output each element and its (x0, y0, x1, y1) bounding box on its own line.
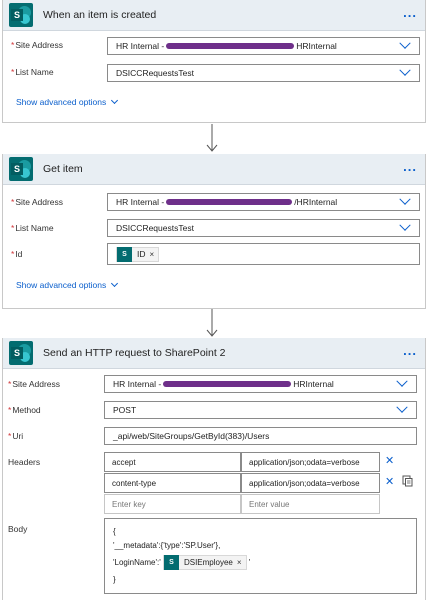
header-value-input[interactable]: application/json;odata=verbose (241, 473, 380, 493)
dsiemployee-token[interactable]: S DSIEmployee × (162, 553, 247, 573)
method-dropdown[interactable]: POST (104, 401, 417, 419)
body-editor[interactable]: { '__metadata':{'type':'SP.User'}, 'Logi… (104, 518, 417, 594)
show-advanced-options-link[interactable]: Show advanced options (16, 96, 119, 107)
card-title: Send an HTTP request to SharePoint 2 (43, 347, 226, 359)
list-name-label: *List Name (11, 223, 54, 233)
redacted-url (166, 43, 295, 49)
card-title: Get item (43, 163, 83, 175)
uri-input[interactable]: _api/web/SiteGroups/GetById(383)/Users (104, 427, 417, 445)
body-line: 'LoginName':' S DSIEmployee × ' (113, 553, 416, 573)
site-address-dropdown[interactable]: HR Internal - HRInternal (107, 37, 420, 55)
list-name-dropdown[interactable]: DSICCRequestsTest (107, 219, 420, 237)
chevron-down-icon (396, 375, 408, 387)
sharepoint-token-icon: S (163, 555, 179, 571)
delete-header-icon[interactable]: ✕ (385, 454, 394, 467)
sharepoint-icon: S (9, 157, 33, 181)
get-item-card-header[interactable]: S Get item ... (3, 154, 425, 185)
site-address-dropdown[interactable]: HR Internal - HRInternal (104, 375, 417, 393)
http-request-card-header[interactable]: S Send an HTTP request to SharePoint 2 .… (3, 338, 425, 369)
chevron-down-icon (399, 64, 411, 76)
id-field[interactable]: S ID × (107, 243, 420, 265)
site-address-label: *Site Address (11, 197, 64, 207)
show-advanced-options-link[interactable]: Show advanced options (16, 279, 119, 290)
chevron-down-icon (396, 401, 408, 413)
redacted-url (166, 199, 293, 205)
delete-header-icon[interactable]: ✕ (385, 475, 394, 488)
headers-label: Headers (8, 457, 41, 467)
id-token[interactable]: S ID × (116, 246, 160, 262)
body-label: Body (8, 524, 28, 534)
more-options-icon[interactable]: ... (403, 160, 417, 173)
trigger-card: S When an item is created ... *Site Addr… (2, 0, 426, 123)
remove-token-icon[interactable]: × (150, 250, 155, 259)
sharepoint-token-icon: S (117, 246, 132, 262)
redacted-url (163, 381, 292, 387)
header-value-input[interactable]: application/json;odata=verbose (241, 452, 380, 472)
flow-arrow-icon (206, 124, 218, 152)
flow-arrow-icon (206, 309, 218, 337)
chevron-down-icon (399, 193, 411, 205)
chevron-down-icon (111, 279, 119, 288)
more-options-icon[interactable]: ... (403, 344, 417, 357)
site-address-label: *Site Address (11, 40, 64, 50)
get-item-card: S Get item ... *Site Address HR Internal… (2, 154, 426, 309)
list-name-dropdown[interactable]: DSICCRequestsTest (107, 64, 420, 82)
method-label: *Method (8, 405, 41, 415)
id-label: *Id (11, 249, 23, 259)
switch-to-text-mode-icon[interactable] (402, 475, 413, 487)
new-header-value-input[interactable]: Enter value (241, 494, 380, 514)
body-line: { (113, 527, 116, 536)
header-key-input[interactable]: content-type (104, 473, 241, 493)
site-address-label: *Site Address (8, 379, 61, 389)
uri-label: *Uri (8, 431, 24, 441)
sharepoint-icon: S (9, 341, 33, 365)
header-key-input[interactable]: accept (104, 452, 241, 472)
chevron-down-icon (399, 219, 411, 231)
trigger-card-header[interactable]: S When an item is created ... (3, 0, 425, 31)
body-line: } (113, 575, 116, 584)
sharepoint-icon: S (9, 3, 33, 27)
more-options-icon[interactable]: ... (403, 6, 417, 19)
new-header-key-input[interactable]: Enter key (104, 494, 241, 514)
card-title: When an item is created (43, 9, 157, 21)
remove-token-icon[interactable]: × (237, 553, 242, 573)
chevron-down-icon (111, 96, 119, 105)
list-name-label: *List Name (11, 67, 54, 77)
body-line: '__metadata':{'type':'SP.User'}, (113, 541, 221, 550)
site-address-dropdown[interactable]: HR Internal - /HRInternal (107, 193, 420, 211)
chevron-down-icon (399, 37, 411, 49)
